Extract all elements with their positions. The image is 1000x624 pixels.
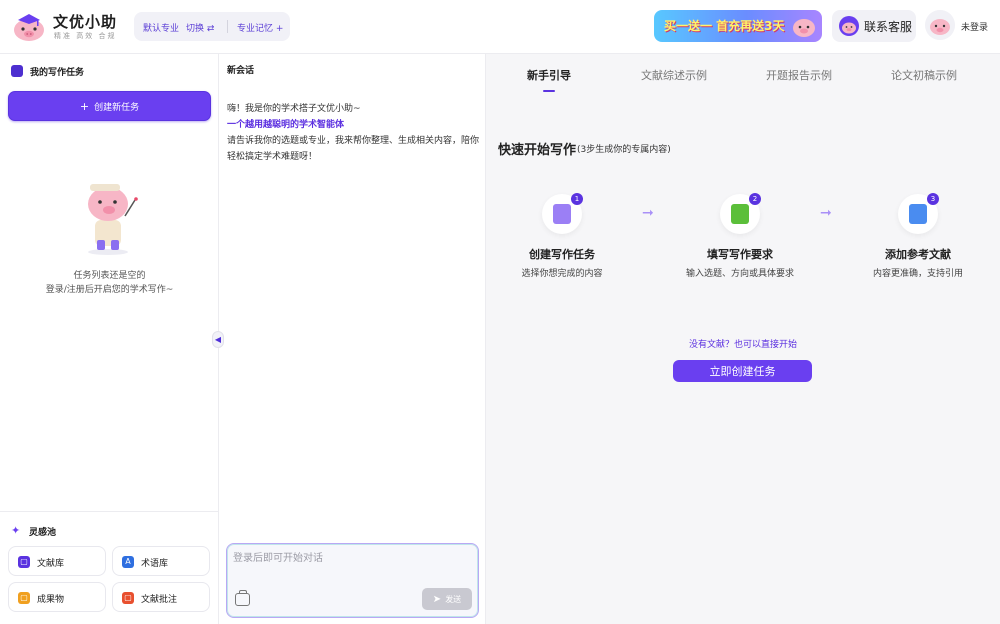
- send-button[interactable]: ➤ 发送: [422, 588, 472, 610]
- assistant-greeting: 嗨！我是你的学术搭子文优小助~: [227, 104, 361, 114]
- contact-service-button[interactable]: 联系客服: [832, 10, 916, 42]
- active-tab-indicator: [543, 90, 555, 92]
- step-description: 选择你想完成的内容: [521, 269, 603, 279]
- step-description: 内容更准确，支持引用: [872, 269, 963, 279]
- assistant-tagline: 一个越用越聪明的学术智能体: [227, 120, 345, 130]
- folder-icon: ▢: [18, 592, 30, 604]
- chat-panel: 新会话 嗨！我是你的学术搭子文优小助~ 一个越用越聪明的学术智能体 请告诉我你的…: [219, 54, 486, 624]
- tab-beginner-guide[interactable]: 新手引导: [527, 67, 571, 83]
- task-list-icon: [11, 65, 23, 77]
- promo-banner[interactable]: 买一送一 首充再送3天: [654, 10, 822, 42]
- inspiration-title: 灵感池: [29, 528, 57, 538]
- chat-title: 新会话: [227, 66, 255, 76]
- user-status-label: 未登录: [961, 23, 989, 33]
- no-literature-link[interactable]: 没有文献？也可以直接开始: [486, 337, 1000, 350]
- step-description: 输入选题、方向或具体要求: [685, 269, 794, 279]
- step-title: 添加参考文献: [885, 248, 951, 261]
- brand-slogan: 精准 高效 合规: [54, 32, 117, 40]
- pig-logo-icon[interactable]: [12, 10, 46, 42]
- tile-deliverables[interactable]: ▢ 成果物: [8, 582, 106, 612]
- annotation-icon: ▢: [122, 592, 134, 604]
- step-title: 填写写作要求: [707, 248, 773, 261]
- major-selector: 默认专业 切换 ⇄ 专业记忆 +: [134, 12, 290, 41]
- step-title: 创建写作任务: [529, 248, 595, 261]
- service-label: 联系客服: [864, 20, 913, 34]
- tile-label: 文献库: [37, 559, 65, 569]
- pig-painter-illustration: [88, 184, 138, 255]
- task-icon: [553, 204, 571, 224]
- promo-text: 买一送一 首充再送3天: [664, 19, 785, 33]
- chat-input-box: ➤ 发送: [226, 543, 479, 618]
- pig-mascot-icon: [793, 19, 815, 37]
- tab-proposal-example[interactable]: 开题报告示例: [766, 67, 832, 83]
- reference-icon: [909, 204, 927, 224]
- task-sidebar: 我的写作任务 + 创建新任务 任务列表还是空的 登录/注册后开启您的学术写作~ …: [0, 54, 219, 624]
- brand-title: 文优小助: [53, 13, 118, 31]
- service-avatar-icon: [839, 16, 859, 36]
- guide-panel: 新手引导 文献综述示例 开题报告示例 论文初稿示例 快速开始写作 (3步生成你的…: [486, 54, 1000, 624]
- divider: [227, 20, 228, 33]
- arrow-right-icon: ➞: [642, 205, 654, 221]
- step-number: 1: [571, 193, 583, 205]
- step-number: 3: [927, 193, 939, 205]
- quick-start-title: 快速开始写作: [498, 143, 577, 158]
- arrow-right-icon: ➞: [820, 205, 832, 221]
- send-label: 发送: [445, 594, 462, 604]
- user-avatar-icon: [925, 10, 955, 40]
- create-task-label: 创建新任务: [94, 102, 140, 113]
- quick-start-subtitle: (3步生成你的专属内容): [577, 145, 671, 155]
- toolbox-icon[interactable]: [235, 590, 250, 606]
- tab-draft-example[interactable]: 论文初稿示例: [891, 67, 957, 83]
- start-create-task-button[interactable]: 立即创建任务: [673, 360, 812, 382]
- notebook-icon: [731, 204, 749, 224]
- user-login-entry[interactable]: 未登录: [925, 10, 1000, 42]
- chat-input[interactable]: [233, 549, 473, 579]
- task-heading: 我的写作任务: [30, 68, 85, 78]
- tab-literature-review-example[interactable]: 文献综述示例: [641, 67, 707, 83]
- literature-library-icon: ▢: [18, 556, 30, 568]
- create-task-button[interactable]: + 创建新任务: [8, 91, 211, 121]
- assistant-intro: 请告诉我你的选题或专业，我来帮你整理、生成相关内容，陪你轻松搞定学术难题呀！: [227, 136, 480, 162]
- plus-icon: +: [79, 99, 90, 113]
- sparkle-icon: ✦: [11, 524, 21, 537]
- tile-literature-library[interactable]: ▢ 文献库: [8, 546, 106, 576]
- empty-tasks-hint: 登录/注册后开启您的学术写作~: [45, 285, 174, 295]
- empty-tasks-text: 任务列表还是空的: [73, 271, 146, 281]
- major-memory-button[interactable]: 专业记忆 +: [237, 21, 283, 34]
- collapse-sidebar-handle[interactable]: ◀: [212, 331, 224, 348]
- inspiration-pool: ✦ 灵感池 ▢ 文献库 A 术语库 ▢ 成果物 ▢ 文献批注: [0, 511, 219, 624]
- tile-label: 成果物: [37, 595, 65, 605]
- step-number: 2: [749, 193, 761, 205]
- default-major-label: 默认专业: [143, 24, 180, 34]
- tile-label: 术语库: [141, 559, 169, 569]
- tile-literature-annotation[interactable]: ▢ 文献批注: [112, 582, 210, 612]
- send-arrow-icon: ➤: [432, 593, 442, 605]
- tile-terminology-library[interactable]: A 术语库: [112, 546, 210, 576]
- tile-label: 文献批注: [141, 595, 178, 605]
- switch-major-button[interactable]: 切换 ⇄: [186, 21, 214, 34]
- terminology-library-icon: A: [122, 556, 134, 568]
- top-header: 文优小助 精准 高效 合规 默认专业 切换 ⇄ 专业记忆 + 买一送一 首充再送…: [0, 0, 1000, 54]
